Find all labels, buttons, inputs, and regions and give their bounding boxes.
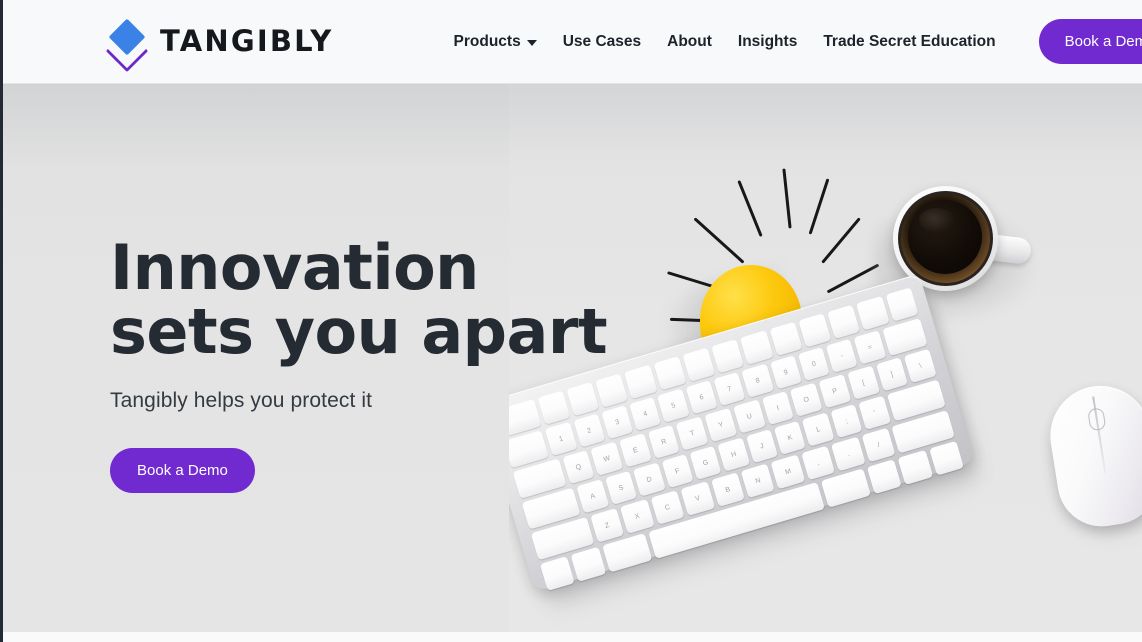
nav-item-insights[interactable]: Insights [725,25,810,59]
idea-ray-4 [737,180,763,237]
chevron-down-icon [526,39,537,46]
brand-logo-link[interactable]: TANGIBLY [105,18,334,72]
idea-ray-5 [782,168,792,229]
idea-ray-7 [821,217,861,264]
page-left-border [0,0,3,642]
nav-item-products[interactable]: Products [441,25,550,59]
idea-ray-6 [808,178,830,235]
nav-item-use-cases[interactable]: Use Cases [550,25,654,59]
header-book-a-demo-button[interactable]: Book a Demo [1038,19,1142,64]
hero-section: 123 4567 890- = QWE RTYU I O P[ ] \ ASD FGH… [0,84,1142,632]
nav-item-insights-label: Insights [737,32,798,50]
idea-ray-3 [693,217,745,264]
nav-item-trade-secret-education[interactable]: Trade Secret Education [810,25,1008,59]
below-fold-area [0,632,1142,642]
nav-item-products-label: Products [453,32,521,50]
hero-book-a-demo-button[interactable]: Book a Demo [110,447,255,493]
hero-title: Innovation sets you apart [110,231,608,369]
nav-item-about[interactable]: About [654,25,725,59]
hero-subtitle: Tangibly helps you protect it [110,388,373,412]
site-header: TANGIBLY Products Use Cases About Insigh… [0,0,1142,84]
diamond-chevron-logo-icon [105,18,149,72]
nav-item-about-label: About [667,32,712,50]
computer-mouse [1043,376,1142,553]
brand-name: TANGIBLY [160,24,334,58]
coffee-surface-gloss [919,208,955,232]
nav-item-trade-secret-education-label: Trade Secret Education [823,32,996,50]
primary-navigation: Products Use Cases About Insights Trade … [441,25,1009,59]
nav-item-use-cases-label: Use Cases [562,32,642,50]
page-root: TANGIBLY Products Use Cases About Insigh… [0,0,1142,642]
hero-copy: Innovation sets you apart Tangibly helps… [110,231,670,493]
